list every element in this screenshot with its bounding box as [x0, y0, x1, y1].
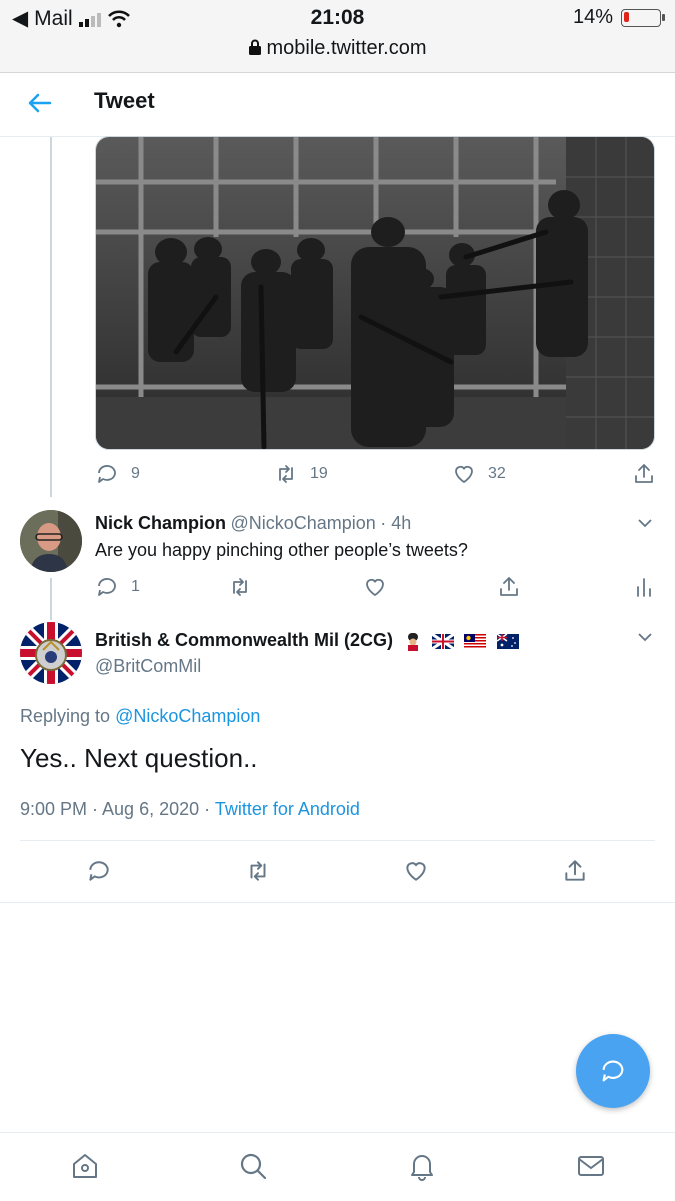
main-tweet-author[interactable]: British & Commonwealth Mil (2CG)	[95, 630, 519, 651]
reply-icon	[98, 465, 116, 483]
url-text: mobile.twitter.com	[266, 37, 427, 59]
divider	[0, 902, 675, 903]
battery-icon	[621, 8, 665, 27]
reply-icon	[98, 578, 116, 596]
parent-like-count: 32	[488, 465, 506, 482]
malaysia-flag-icon	[464, 634, 487, 650]
author-name[interactable]: Nick Champion	[95, 513, 226, 533]
status-bar: ◀ Mail 21:08 14% mobile.twitter.com	[0, 0, 675, 73]
author-handle[interactable]: @NickoChampion	[230, 513, 375, 533]
retweet-icon	[233, 578, 247, 596]
messages-icon[interactable]	[576, 1151, 606, 1181]
australia-flag-icon	[496, 633, 519, 650]
main-tweet-text: Yes.. Next question..	[20, 743, 258, 773]
retweet-icon[interactable]	[245, 858, 271, 884]
parent-like-button[interactable]: 32	[452, 462, 506, 486]
lock-icon	[249, 39, 262, 55]
bottom-nav	[0, 1132, 675, 1201]
notifications-icon[interactable]	[407, 1151, 437, 1181]
replying-to: Replying to @NickoChampion	[20, 706, 260, 727]
avatar[interactable]	[20, 622, 82, 684]
parent-share-button[interactable]	[632, 462, 656, 486]
reply-reply-button[interactable]: 1	[95, 575, 140, 599]
tweet-age: · 4h	[380, 513, 412, 533]
thread-line	[50, 137, 52, 497]
battery-status: 14%	[572, 6, 665, 29]
analytics-icon	[637, 578, 651, 597]
page-title: Tweet	[94, 88, 155, 113]
divider	[20, 840, 655, 841]
parent-reply-count: 9	[131, 465, 140, 482]
tweet-meta: 9:00 PM · Aug 6, 2020 · Twitter for Andr…	[20, 799, 360, 820]
parent-retweet-button[interactable]: 19	[274, 462, 328, 486]
tweet-source[interactable]: Twitter for Android	[215, 799, 360, 819]
chevron-down-icon[interactable]	[636, 514, 654, 532]
reply-tweet-text: Are you happy pinching other people’s tw…	[95, 540, 468, 560]
thread-line	[50, 578, 52, 620]
reply-like-button[interactable]	[363, 575, 387, 599]
retweet-icon	[279, 465, 293, 483]
tweet-timestamp[interactable]: 9:00 PM · Aug 6, 2020 ·	[20, 799, 210, 819]
like-icon[interactable]	[403, 858, 429, 884]
reply-reply-count: 1	[131, 578, 140, 595]
chevron-down-icon[interactable]	[636, 628, 654, 646]
replying-prefix: Replying to	[20, 706, 111, 726]
tweet-photo[interactable]	[95, 136, 655, 450]
battery-percent: 14%	[572, 6, 613, 28]
search-icon[interactable]	[238, 1151, 268, 1181]
url-bar[interactable]: mobile.twitter.com	[0, 37, 675, 60]
avatar-photo	[20, 510, 82, 572]
compose-reply-button[interactable]	[576, 1034, 650, 1108]
parent-retweet-count: 19	[310, 465, 328, 482]
home-icon[interactable]	[70, 1151, 100, 1181]
like-icon	[455, 465, 473, 484]
replying-to-handle[interactable]: @NickoChampion	[115, 706, 260, 726]
share-icon	[500, 577, 518, 596]
reply-analytics-button[interactable]	[632, 575, 656, 599]
share-icon	[635, 464, 653, 483]
guardsman-emoji-icon	[405, 632, 421, 651]
photo-soldiers-image	[96, 137, 654, 449]
reply-icon[interactable]	[86, 858, 112, 884]
avatar[interactable]	[20, 510, 82, 572]
author-handle[interactable]: @BritComMil	[95, 656, 201, 677]
like-icon	[366, 578, 384, 597]
reply-retweet-button[interactable]	[228, 575, 252, 599]
reply-tweet-header: Nick Champion @NickoChampion · 4h	[95, 513, 615, 534]
compose-icon	[602, 1060, 624, 1082]
uk-flag-icon	[431, 633, 455, 651]
reply-share-button[interactable]	[497, 575, 521, 599]
parent-reply-button[interactable]: 9	[95, 462, 140, 486]
share-icon[interactable]	[562, 858, 588, 884]
union-jack-crest-avatar	[20, 622, 82, 684]
back-arrow-icon[interactable]	[26, 90, 52, 116]
author-name: British & Commonwealth Mil (2CG)	[95, 630, 394, 650]
